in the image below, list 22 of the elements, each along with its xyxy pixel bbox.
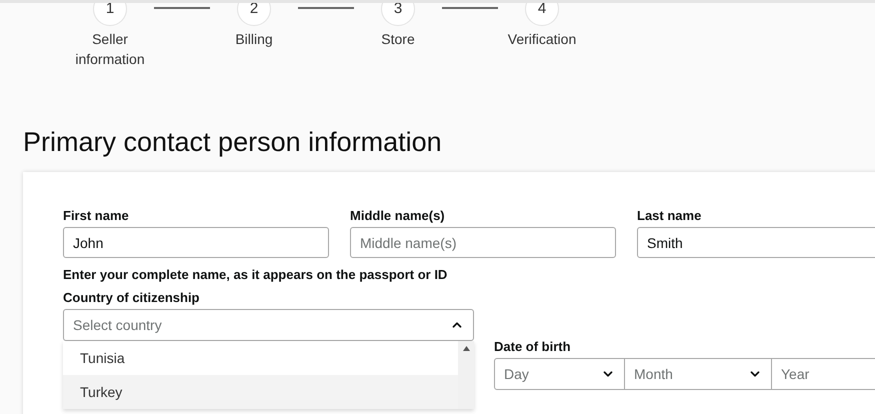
field-label: Last name: [637, 208, 702, 224]
step-label: Billing: [234, 30, 274, 49]
country-option[interactable]: Turkey: [63, 375, 458, 409]
date-select[interactable]: Month: [624, 359, 771, 389]
country-option[interactable]: Tunisia: [63, 341, 458, 375]
field-label: First name: [63, 208, 130, 224]
date-select[interactable]: Day: [495, 359, 624, 389]
scroll-up-icon: [462, 346, 470, 351]
field-label: Date of birth: [494, 339, 572, 355]
scrollbar[interactable]: [458, 341, 474, 409]
text-field[interactable]: Smith: [637, 227, 875, 258]
text-field[interactable]: Middle name(s): [350, 227, 616, 258]
field-label: Country of citizenship: [63, 290, 200, 306]
step-label: Store: [380, 30, 416, 49]
field-label: Middle name(s): [350, 208, 446, 224]
section-heading: Primary contact person information: [23, 126, 443, 159]
name-hint: Enter your complete name, as it appears on the passport or ID: [63, 266, 448, 284]
date-input[interactable]: Year: [771, 359, 875, 389]
step-label: Seller information: [74, 30, 146, 69]
text-field[interactable]: John: [63, 227, 329, 258]
step-label: Verification: [506, 30, 578, 49]
country-select[interactable]: Select country: [63, 309, 474, 341]
